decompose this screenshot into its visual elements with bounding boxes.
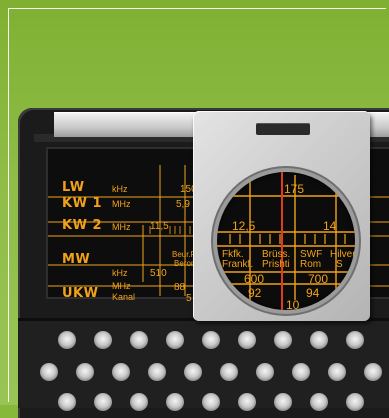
scale-number-kw2: 11,5 bbox=[150, 221, 169, 232]
scale-number-kanal: 5 bbox=[186, 293, 192, 304]
scale-number-kw1: 5,9 bbox=[176, 199, 190, 210]
speaker-hole bbox=[328, 363, 346, 381]
speaker-hole bbox=[310, 331, 328, 349]
scale-number-ukw: 88 bbox=[174, 282, 186, 293]
band-label-lw: LW bbox=[62, 180, 85, 195]
speaker-hole bbox=[166, 331, 184, 349]
band-label-mw: MW bbox=[62, 252, 91, 267]
magnifier-lens: 175 12,5 14 Fkfk. Frankf. Brüss. Prishti… bbox=[213, 168, 359, 314]
magnified-station: S bbox=[336, 259, 343, 270]
magnified-number-mw-high: 700 bbox=[308, 272, 329, 286]
speaker-hole bbox=[94, 331, 112, 349]
magnified-number-mw: 600 bbox=[244, 272, 265, 286]
speaker-hole bbox=[364, 363, 382, 381]
speaker-hole bbox=[112, 363, 130, 381]
speaker-hole bbox=[148, 363, 166, 381]
speaker-hole bbox=[130, 331, 148, 349]
speaker-hole bbox=[274, 393, 292, 411]
speaker-hole bbox=[292, 363, 310, 381]
speaker-hole bbox=[76, 363, 94, 381]
magnified-number-ukw-high: 94 bbox=[306, 286, 320, 300]
magnified-number-kw2-high: 14 bbox=[323, 219, 337, 233]
band-unit-ukw: MHz bbox=[112, 281, 131, 291]
band-unit-kw2: MHz bbox=[112, 222, 131, 232]
magnified-number-kanal: 10 bbox=[286, 298, 300, 312]
speaker-hole bbox=[346, 393, 364, 411]
speaker-hole bbox=[40, 363, 58, 381]
tuner-grip[interactable] bbox=[256, 123, 310, 135]
magnified-station: Prishti bbox=[262, 259, 290, 270]
speaker-hole bbox=[184, 363, 202, 381]
speaker-hole bbox=[346, 331, 364, 349]
speaker-hole bbox=[130, 393, 148, 411]
speaker-hole bbox=[256, 363, 274, 381]
band-label-kw2: KW 2 bbox=[62, 218, 102, 233]
speaker-hole bbox=[94, 393, 112, 411]
speaker-hole bbox=[238, 331, 256, 349]
speaker-hole bbox=[58, 331, 76, 349]
magnified-number-ukw: 92 bbox=[248, 286, 262, 300]
band-label-kw1: KW 1 bbox=[62, 196, 102, 211]
scale-number-mw: 510 bbox=[150, 268, 167, 279]
magnified-station: Rom bbox=[300, 259, 322, 270]
band-label-ukw: UKW bbox=[62, 286, 99, 301]
speaker-hole bbox=[274, 331, 292, 349]
band-unit-kanal: Kanal bbox=[112, 292, 136, 302]
magnified-number-kw2: 12,5 bbox=[232, 219, 256, 233]
band-unit-kw1: MHz bbox=[112, 199, 131, 209]
magnified-number-lw: 175 bbox=[284, 182, 305, 196]
band-unit-mw: kHz bbox=[112, 268, 128, 278]
speaker-hole bbox=[238, 393, 256, 411]
speaker-hole bbox=[202, 393, 220, 411]
speaker-hole bbox=[58, 393, 76, 411]
band-unit-lw: kHz bbox=[112, 184, 128, 194]
magnified-station: Frankf. bbox=[222, 259, 254, 270]
speaker-grille bbox=[18, 318, 389, 411]
speaker-hole bbox=[202, 331, 220, 349]
speaker-hole bbox=[220, 363, 238, 381]
speaker-hole bbox=[166, 393, 184, 411]
speaker-hole bbox=[310, 393, 328, 411]
magnified-station: Hilvers. bbox=[330, 249, 356, 260]
